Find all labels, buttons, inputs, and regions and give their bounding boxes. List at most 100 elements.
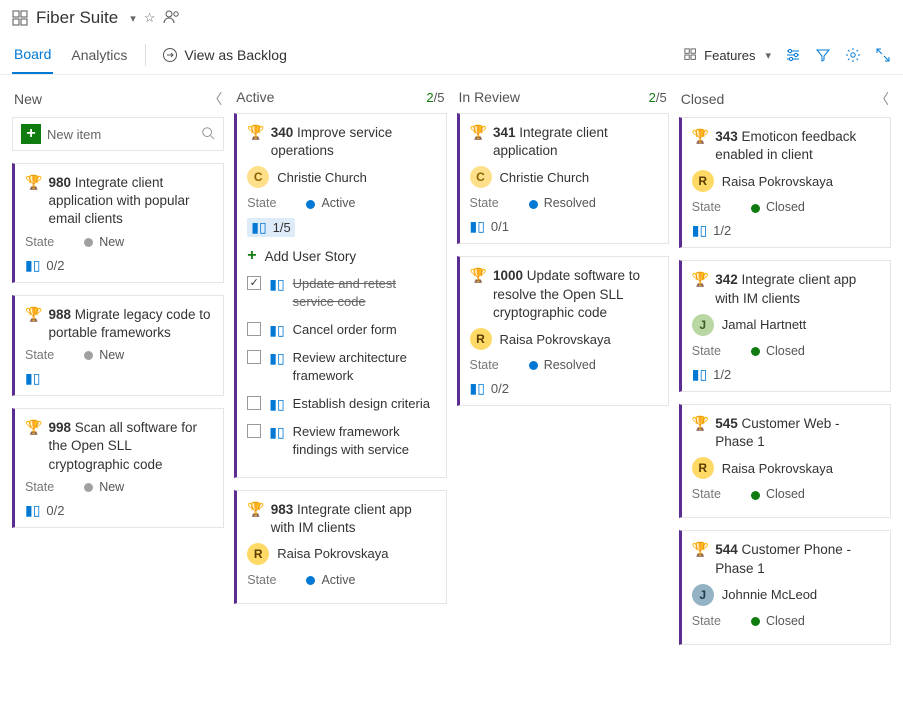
checkbox-icon[interactable] <box>247 396 261 410</box>
child-item[interactable]: ▮▯ Update and retest service code <box>247 275 435 310</box>
checkbox-icon[interactable] <box>247 424 261 438</box>
avatar: J <box>692 314 714 336</box>
new-item-row[interactable]: + New item <box>12 117 224 151</box>
progress: ▮▯1/2 <box>692 222 880 239</box>
view-as-backlog-button[interactable]: View as Backlog <box>162 47 286 63</box>
column-header-active: Active 2/5 <box>234 85 446 113</box>
child-title: Update and retest service code <box>293 275 436 310</box>
column-closed: Closed 〈 🏆 343 Emoticon feedback enabled… <box>679 85 891 657</box>
feature-icon: 🏆 <box>247 124 264 141</box>
story-icon: ▮▯ <box>251 219 266 236</box>
card-343[interactable]: 🏆 343 Emoticon feedback enabled in clien… <box>679 117 891 248</box>
settings-sliders-icon[interactable] <box>785 47 801 63</box>
avatar: R <box>470 328 492 350</box>
tab-analytics[interactable]: Analytics <box>69 37 129 73</box>
state-value: Closed <box>751 200 805 214</box>
card-title: 1000 Update software to resolve the Open… <box>493 267 658 322</box>
state-label: State <box>470 358 499 372</box>
card-998[interactable]: 🏆 998 Scan all software for the Open SLL… <box>12 408 224 528</box>
column-count: 2/5 <box>649 90 667 105</box>
card-544[interactable]: 🏆 544 Customer Phone - Phase 1 JJohnnie … <box>679 530 891 644</box>
page-header: Fiber Suite ▾ ☆ <box>0 0 903 36</box>
plus-icon[interactable]: + <box>21 124 41 144</box>
state-value: New <box>84 480 124 494</box>
child-item[interactable]: ▮▯ Establish design criteria <box>247 395 435 414</box>
arrow-swap-icon <box>162 47 178 63</box>
card-title: 983 Integrate client app with IM clients <box>271 501 436 537</box>
chevron-down-icon[interactable]: ▾ <box>130 12 136 25</box>
assignee: CChristie Church <box>470 166 658 188</box>
feature-icon: 🏆 <box>25 174 42 191</box>
child-title: Cancel order form <box>293 321 397 339</box>
story-icon: ▮▯ <box>470 380 485 397</box>
story-icon: ▮▯ <box>692 222 707 239</box>
feature-icon: 🏆 <box>692 541 709 558</box>
checkbox-icon[interactable] <box>247 276 261 290</box>
child-item[interactable]: ▮▯ Cancel order form <box>247 321 435 340</box>
card-341[interactable]: 🏆 341 Integrate client application CChri… <box>457 113 669 244</box>
card-title: 343 Emoticon feedback enabled in client <box>715 128 880 164</box>
column-header-closed: Closed 〈 <box>679 85 891 117</box>
checkbox-icon[interactable] <box>247 350 261 364</box>
assignee: RRaisa Pokrovskaya <box>692 170 880 192</box>
child-item[interactable]: ▮▯Review architecture framework <box>247 349 435 384</box>
feature-icon: 🏆 <box>470 267 487 284</box>
column-title: In Review <box>459 89 520 105</box>
kanban-board: New 〈 + New item 🏆 980 Integrate client … <box>0 75 903 667</box>
story-icon: ▮▯ <box>269 321 284 340</box>
collapse-column-icon[interactable]: 〈 <box>875 89 889 109</box>
card-title: 341 Integrate client application <box>493 124 658 160</box>
board-icon <box>12 10 28 26</box>
state-label: State <box>692 344 721 358</box>
checkbox-icon[interactable] <box>247 322 261 336</box>
feature-icon: 🏆 <box>692 415 709 432</box>
card-340[interactable]: 🏆 340 Improve service operations CChrist… <box>234 113 446 478</box>
star-icon[interactable]: ☆ <box>144 10 156 26</box>
state-label: State <box>692 614 721 628</box>
add-user-story-button[interactable]: +Add User Story <box>247 247 435 265</box>
state-label: State <box>247 573 276 587</box>
filter-icon[interactable] <box>815 47 831 63</box>
feature-icon: 🏆 <box>25 306 42 323</box>
card-983[interactable]: 🏆 983 Integrate client app with IM clien… <box>234 490 446 604</box>
features-dropdown[interactable]: Features ▾ <box>684 48 771 63</box>
card-988[interactable]: 🏆 988 Migrate legacy code to portable fr… <box>12 295 224 396</box>
assignee: RRaisa Pokrovskaya <box>692 457 880 479</box>
card-title: 545 Customer Web - Phase 1 <box>715 415 880 451</box>
story-icon: ▮▯ <box>269 395 284 414</box>
feature-icon: 🏆 <box>25 419 42 436</box>
column-title: Closed <box>681 91 725 107</box>
column-new: New 〈 + New item 🏆 980 Integrate client … <box>12 85 224 657</box>
column-header-new: New 〈 <box>12 85 224 117</box>
state-label: State <box>692 200 721 214</box>
progress: ▮▯ <box>25 370 213 387</box>
features-label: Features <box>704 48 755 63</box>
card-title: 544 Customer Phone - Phase 1 <box>715 541 880 577</box>
search-icon[interactable] <box>201 126 215 143</box>
card-980[interactable]: 🏆 980 Integrate client application with … <box>12 163 224 283</box>
card-1000[interactable]: 🏆 1000 Update software to resolve the Op… <box>457 256 669 406</box>
card-342[interactable]: 🏆 342 Integrate client app with IM clien… <box>679 260 891 391</box>
feature-icon: 🏆 <box>692 128 709 145</box>
card-545[interactable]: 🏆 545 Customer Web - Phase 1 RRaisa Pokr… <box>679 404 891 518</box>
state-label: State <box>25 480 54 494</box>
tab-board[interactable]: Board <box>12 36 53 74</box>
assignee: JJohnnie McLeod <box>692 584 880 606</box>
people-icon[interactable] <box>163 9 181 28</box>
progress: ▮▯0/1 <box>470 218 658 235</box>
fullscreen-icon[interactable] <box>875 47 891 63</box>
child-title: Establish design criteria <box>293 395 430 413</box>
child-item[interactable]: ▮▯Review framework findings with service <box>247 423 435 458</box>
avatar: C <box>470 166 492 188</box>
avatar: C <box>247 166 269 188</box>
avatar: R <box>247 543 269 565</box>
story-icon: ▮▯ <box>269 275 284 294</box>
gear-icon[interactable] <box>845 47 861 63</box>
state-value: Closed <box>751 344 805 358</box>
progress[interactable]: ▮▯1/5 <box>247 218 295 237</box>
feature-icon: 🏆 <box>692 271 709 288</box>
collapse-column-icon[interactable]: 〈 <box>208 89 222 109</box>
board-small-icon <box>684 48 698 62</box>
story-icon: ▮▯ <box>25 257 40 274</box>
column-in-review: In Review 2/5 🏆 341 Integrate client app… <box>457 85 669 657</box>
